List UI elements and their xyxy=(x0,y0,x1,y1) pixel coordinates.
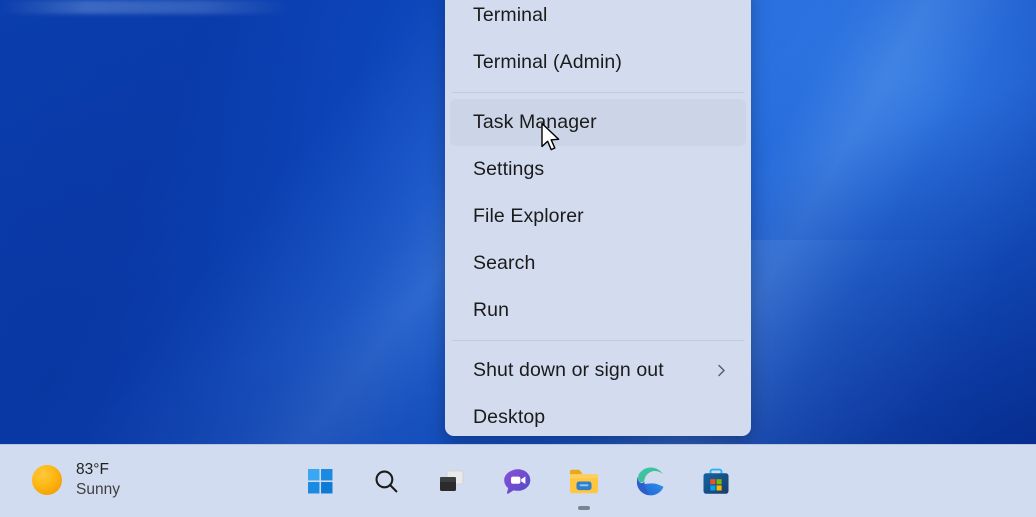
start-button[interactable] xyxy=(296,458,344,506)
search-icon xyxy=(373,468,400,495)
menu-separator xyxy=(452,92,744,93)
menu-item-label: Shut down or sign out xyxy=(473,358,664,381)
win-x-quick-link-menu: Terminal Terminal (Admin) Task Manager S… xyxy=(445,0,751,436)
search-button[interactable] xyxy=(362,458,410,506)
file-explorer-button[interactable] xyxy=(560,458,608,510)
chat-button[interactable] xyxy=(494,458,542,506)
menu-item-label: Task Manager xyxy=(473,110,597,133)
folder-icon xyxy=(568,467,600,497)
menu-item-label: Desktop xyxy=(473,405,546,428)
menu-item-label: Terminal xyxy=(473,3,548,26)
edge-icon xyxy=(635,466,666,497)
menu-item-label: File Explorer xyxy=(473,204,584,227)
task-view-icon xyxy=(438,468,466,496)
menu-item-shut-down-or-sign-out[interactable]: Shut down or sign out xyxy=(450,347,746,394)
edge-button[interactable] xyxy=(626,458,674,506)
menu-item-settings[interactable]: Settings xyxy=(450,146,746,193)
running-indicator xyxy=(578,505,590,510)
menu-item-terminal-admin[interactable]: Terminal (Admin) xyxy=(450,39,746,86)
task-view-button[interactable] xyxy=(428,458,476,506)
menu-item-search[interactable]: Search xyxy=(450,240,746,287)
taskbar-center-buttons xyxy=(0,445,1036,517)
taskbar-weather-widget[interactable]: 83°F Sunny xyxy=(26,456,130,504)
weather-condition: Sunny xyxy=(76,481,120,499)
sun-icon xyxy=(32,464,62,495)
taskbar: 83°F Sunny xyxy=(0,444,1036,517)
store-icon xyxy=(701,467,731,497)
weather-temperature: 83°F xyxy=(76,461,109,478)
menu-separator xyxy=(452,340,744,341)
store-button[interactable] xyxy=(692,458,740,506)
windows-logo-icon xyxy=(307,469,333,494)
chat-icon xyxy=(503,467,533,497)
menu-item-task-manager[interactable]: Task Manager xyxy=(450,99,746,146)
weather-text-block: 83°F Sunny xyxy=(76,460,120,500)
menu-item-label: Terminal (Admin) xyxy=(473,50,622,73)
windows-desktop-screen: Terminal Terminal (Admin) Task Manager S… xyxy=(0,0,1036,517)
menu-item-terminal[interactable]: Terminal xyxy=(450,0,746,39)
menu-item-label: Settings xyxy=(473,157,545,180)
menu-item-run[interactable]: Run xyxy=(450,287,746,334)
chevron-right-icon xyxy=(710,360,732,382)
menu-item-file-explorer[interactable]: File Explorer xyxy=(450,193,746,240)
menu-item-desktop[interactable]: Desktop xyxy=(450,394,746,436)
menu-item-label: Run xyxy=(473,298,510,321)
menu-item-label: Search xyxy=(473,251,536,274)
